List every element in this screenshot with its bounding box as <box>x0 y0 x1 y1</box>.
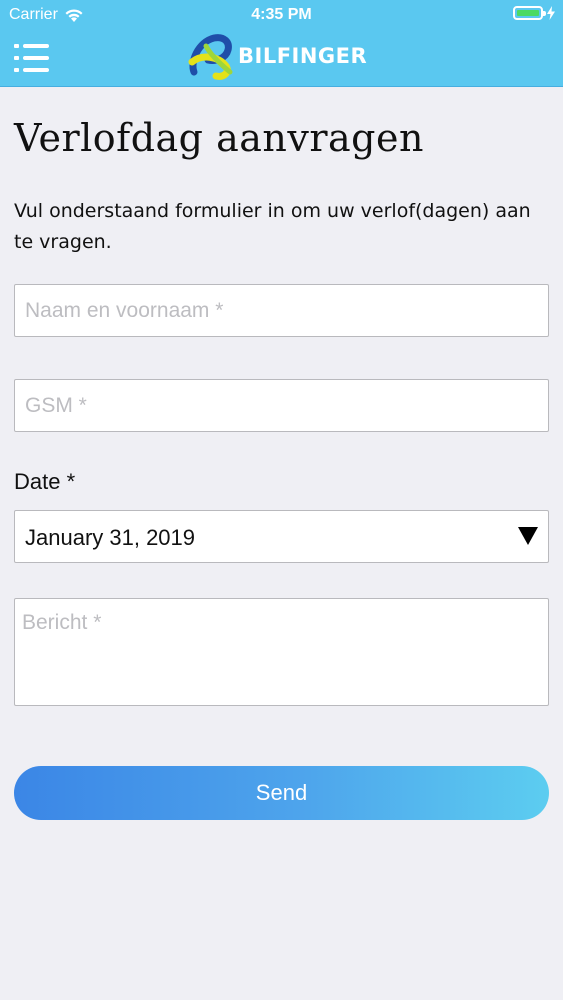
dropdown-caret-icon <box>518 527 538 545</box>
charging-bolt-icon <box>547 6 555 20</box>
status-time: 4:35 PM <box>251 6 312 23</box>
status-bar: Carrier 4:35 PM <box>0 0 563 30</box>
page-intro: Vul onderstaand formulier in om uw verlo… <box>14 200 531 253</box>
date-label: Date * <box>14 469 76 494</box>
send-button[interactable]: Send <box>14 766 549 820</box>
date-value: January 31, 2019 <box>25 525 196 550</box>
gsm-field[interactable] <box>14 379 549 432</box>
date-select[interactable]: January 31, 2019 <box>14 510 549 563</box>
bilfinger-logo: BILFINGER <box>188 32 367 80</box>
app-header: Carrier 4:35 PM BILFINGER <box>0 0 563 87</box>
bilfinger-logo-icon <box>188 34 233 80</box>
battery-icon <box>513 6 546 20</box>
name-field[interactable] <box>14 284 549 337</box>
battery-indicator <box>513 6 555 20</box>
message-field[interactable] <box>14 598 549 706</box>
hamburger-menu-icon[interactable] <box>14 42 50 74</box>
page-title: Verlofdag aanvragen <box>14 116 424 160</box>
brand-name: BILFINGER <box>238 44 368 68</box>
